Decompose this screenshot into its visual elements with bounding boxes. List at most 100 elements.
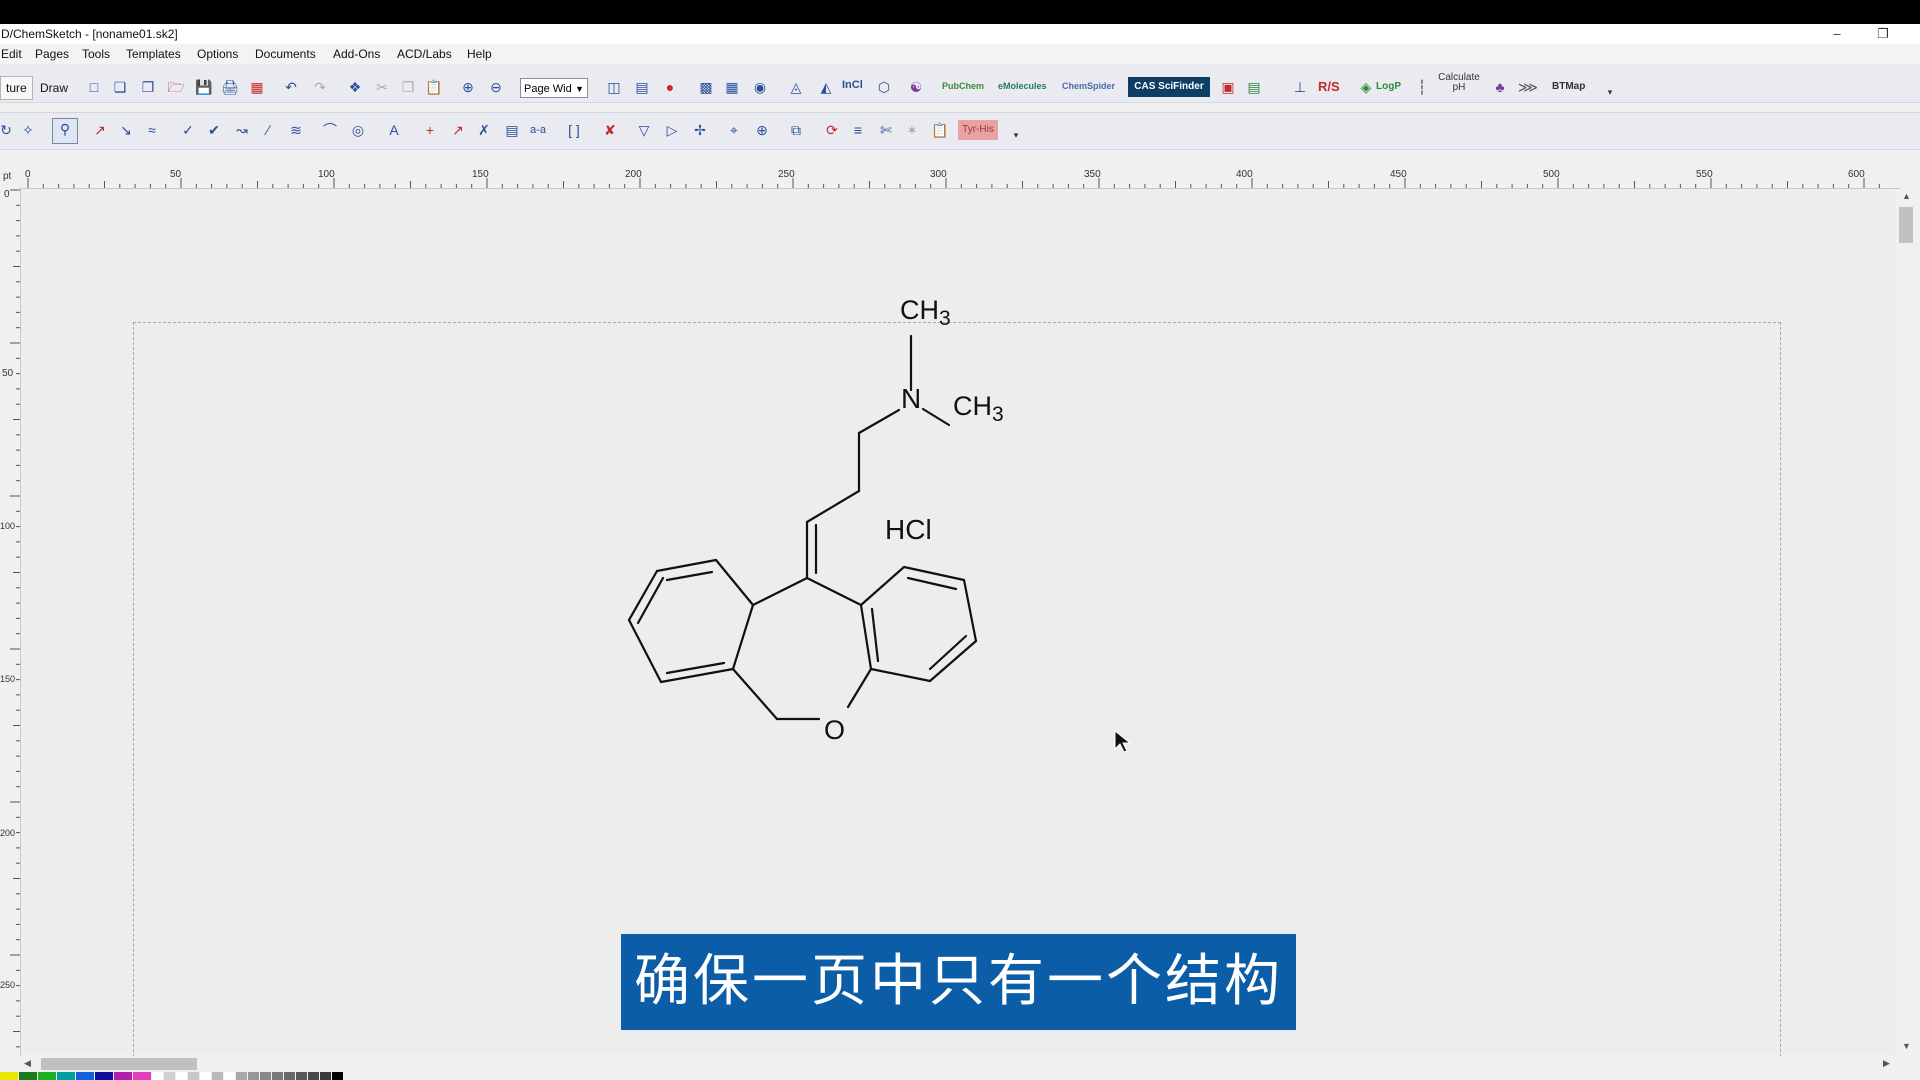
single-bond-icon[interactable]: ∕ [258,120,278,140]
color-swatch[interactable] [152,1072,163,1080]
menu-documents[interactable]: Documents [255,47,316,61]
menu-help[interactable]: Help [467,47,492,61]
template-icon[interactable]: ◫ [604,77,624,97]
scroll-left-icon[interactable]: ◀ [24,1058,31,1069]
text-tool-icon[interactable]: A [384,120,404,140]
menu-pages[interactable]: Pages [35,47,69,61]
redo-icon[interactable]: ↷ [310,77,330,97]
copy-page-icon[interactable]: ❐ [138,77,158,97]
pdf-icon[interactable]: ▦ [247,77,267,97]
cut-icon[interactable]: ✂ [372,77,392,97]
ph-icon[interactable]: ┆ [1412,77,1432,97]
calculate-ph-button[interactable]: Calculate pH [1434,73,1484,93]
chemspider-button[interactable]: ChemSpider [1062,81,1115,91]
new-document-icon[interactable]: □ [84,77,104,97]
branch-tool-icon[interactable]: ↘ [116,120,136,140]
menu-edit[interactable]: Edit [1,47,22,61]
reaction-icon[interactable]: ☯ [906,77,926,97]
toolbar-overflow-icon[interactable]: ▾ [1600,82,1620,102]
color-swatch[interactable] [200,1072,211,1080]
molecule-icon[interactable]: ♣ [1490,77,1510,97]
scroll-down-icon[interactable]: ▼ [1902,1041,1911,1051]
image-icon[interactable]: ▤ [632,77,652,97]
delete-bond-icon[interactable]: ✗ [474,120,494,140]
scifinder-button[interactable]: CAS SciFinder [1128,77,1210,97]
align-icon[interactable]: ≡ [848,120,868,140]
horizontal-scroll-thumb[interactable] [41,1058,197,1070]
salt-label-hcl[interactable]: HCl [885,514,932,545]
atom-label-ch3-top[interactable]: CH3 [900,295,951,330]
toolbox-icon[interactable]: ▣ [1218,77,1238,97]
tyr-his-icon[interactable]: Tyr-His [958,120,998,140]
bond-tool-icon[interactable]: ↝ [232,120,252,140]
grid-icon[interactable]: ▦ [722,77,742,97]
scissors-icon[interactable]: ✄ [876,120,896,140]
zoom-out-icon[interactable]: ⊖ [486,77,506,97]
pubchem-button[interactable]: PubChem [942,81,984,91]
undo-icon[interactable]: ↶ [281,77,301,97]
btmap-icon[interactable]: ⋙ [1518,77,1538,97]
group-icon[interactable]: ⧉ [786,120,806,140]
color-swatch[interactable] [236,1072,247,1080]
database-search-icon[interactable]: ◉ [750,77,770,97]
atom-label-icon[interactable]: a-a [528,120,548,140]
color-swatch[interactable] [164,1072,175,1080]
rotate-3d-icon[interactable]: ✢ [690,120,710,140]
emolecules-button[interactable]: eMolecules [998,81,1047,91]
menu-acd-labs[interactable]: ACD/Labs [397,47,452,61]
spectrum-icon[interactable]: ▩ [696,77,716,97]
color-swatch[interactable] [284,1072,295,1080]
scroll-right-icon[interactable]: ▶ [1883,1058,1890,1069]
zoom-in-icon[interactable]: ⊕ [458,77,478,97]
color-swatch[interactable] [260,1072,271,1080]
atom-label-n[interactable]: N [901,383,921,414]
wave-tool-icon[interactable]: ≈ [142,120,162,140]
clean-icon[interactable]: ❖ [345,77,365,97]
add-atom-icon[interactable]: + [420,120,440,140]
scroll-up-icon[interactable]: ▲ [1902,191,1911,201]
brackets-icon[interactable]: [ ] [564,120,584,140]
erase-icon[interactable]: ✘ [600,120,620,140]
menu-templates[interactable]: Templates [126,47,181,61]
rotate-icon[interactable]: ↻ [0,120,16,140]
minimize-button[interactable]: – [1822,24,1852,44]
color-swatch[interactable] [224,1072,235,1080]
menu-tools[interactable]: Tools [82,47,110,61]
atom-label-ch3-right[interactable]: CH3 [953,391,1004,426]
color-swatch[interactable] [19,1072,37,1080]
flip-vertical-icon[interactable]: ▽ [634,120,654,140]
draw-mode-button[interactable]: Draw [34,76,75,100]
color-swatch[interactable] [57,1072,75,1080]
wedge-bond-icon[interactable]: ✓ [178,120,198,140]
clipboard-icon[interactable]: 📋 [930,120,950,140]
vertical-scroll-thumb[interactable] [1899,207,1913,243]
new-page-icon[interactable]: ❏ [110,77,130,97]
color-swatch[interactable] [0,1072,18,1080]
menu-options[interactable]: Options [197,47,238,61]
3d-viewer-icon[interactable]: ● [660,77,680,97]
menu-add-ons[interactable]: Add-Ons [333,47,380,61]
refresh-icon[interactable]: ⟳ [822,120,842,140]
arrow-tool-icon[interactable]: ↗ [448,120,468,140]
horizontal-scrollbar[interactable]: ◀ ▶ [21,1056,1895,1072]
drawing-canvas[interactable]: N CH3 CH3 HCl O [21,189,1895,1080]
select-tool-icon[interactable]: ⚲ [52,118,78,144]
print-icon[interactable]: 🖨 [220,77,240,97]
btmap-button[interactable]: BTMap [1552,81,1585,92]
color-swatch[interactable] [114,1072,132,1080]
move-icon[interactable]: ⌖ [724,120,744,140]
paste-icon[interactable]: 📋 [424,77,444,97]
lasso-icon[interactable]: ✧ [18,120,38,140]
center-icon[interactable]: ⊕ [752,120,772,140]
hash-bond-icon[interactable]: ✔ [204,120,224,140]
color-swatch[interactable] [95,1072,113,1080]
color-swatch[interactable] [248,1072,259,1080]
star-icon[interactable]: ✶ [902,120,922,140]
chemical-structure[interactable]: N CH3 CH3 HCl O [21,189,1895,1054]
color-swatch[interactable] [76,1072,94,1080]
copy-icon[interactable]: ❐ [398,77,418,97]
multi-bond-icon[interactable]: ≋ [286,120,306,140]
toolbar2-overflow-icon[interactable]: ▾ [1006,125,1026,145]
structure-check-icon[interactable]: ◭ [816,77,836,97]
flip-horizontal-icon[interactable]: ▷ [662,120,682,140]
